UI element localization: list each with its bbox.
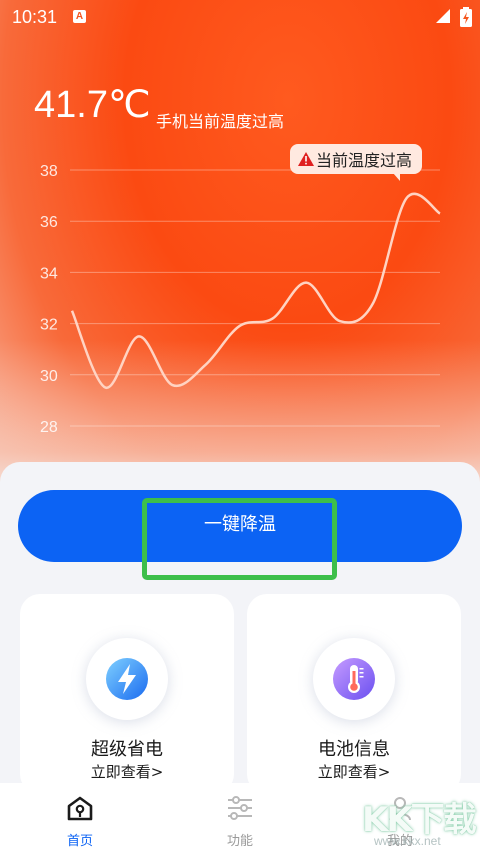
tab-functions[interactable]: 功能	[160, 783, 320, 853]
warning-text: 当前温度过高	[316, 151, 413, 170]
tab-label: 我的	[386, 834, 413, 849]
y-tick-label: 34	[40, 265, 58, 282]
tab-label: 首页	[66, 834, 93, 849]
tab-label: 功能	[226, 834, 253, 849]
y-tick-label: 36	[40, 214, 58, 231]
user-icon	[389, 797, 411, 821]
tab-mine[interactable]: 我的	[320, 783, 480, 853]
warning-icon	[298, 152, 314, 166]
tab-home[interactable]: 首页	[0, 783, 160, 853]
card-link[interactable]: 立即查看>	[247, 761, 461, 782]
one-click-cool-button[interactable]: 一键降温	[18, 490, 462, 562]
card-battery-info[interactable]: 电池信息 立即查看>	[247, 594, 461, 794]
card-icon-ring	[313, 638, 395, 720]
bottom-tab-bar: 首页 功能 我的	[0, 783, 480, 853]
status-bar: 10:31 A	[0, 0, 480, 34]
notification-icon: A	[73, 10, 86, 23]
status-time: 10:31	[12, 7, 58, 27]
y-tick-label: 28	[40, 419, 58, 436]
card-power-saving[interactable]: 超级省电 立即查看>	[20, 594, 234, 794]
battery-icon	[460, 7, 472, 27]
card-icon-ring	[86, 638, 168, 720]
y-tick-label: 38	[40, 163, 58, 180]
temperature-status: 手机当前温度过高	[156, 112, 285, 131]
signal-icon	[436, 9, 450, 23]
temperature-line	[70, 192, 441, 389]
card-title: 超级省电	[91, 739, 163, 760]
lightning-icon	[106, 658, 148, 700]
home-icon	[67, 796, 93, 821]
y-tick-label: 30	[40, 368, 58, 385]
y-tick-label: 32	[40, 317, 58, 334]
card-link[interactable]: 立即查看>	[20, 761, 234, 782]
card-title: 电池信息	[318, 739, 390, 760]
temperature-chart: 38 36 34 32 30 28	[0, 140, 480, 460]
warning-bubble: 当前温度过高	[290, 144, 423, 181]
sliders-icon	[228, 796, 252, 820]
temperature-value: 41.7℃	[34, 84, 151, 126]
thermometer-icon	[333, 658, 375, 700]
